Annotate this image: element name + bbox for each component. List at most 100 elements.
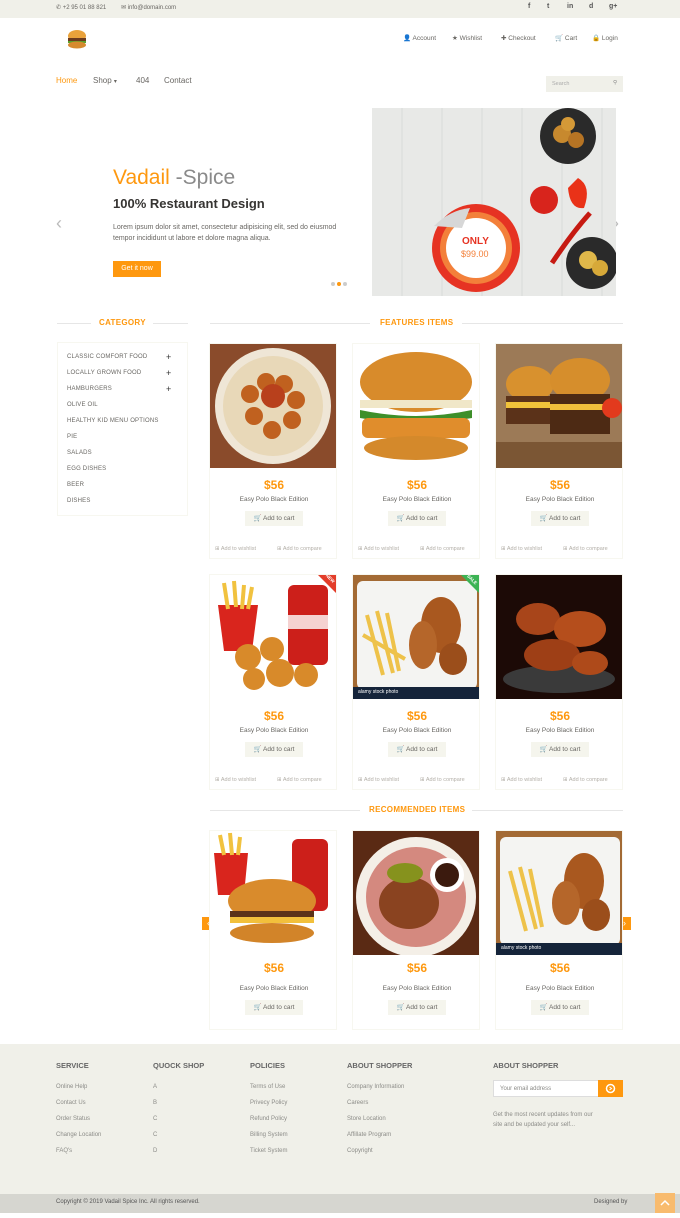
expand-plus-icon[interactable]: + xyxy=(166,385,171,394)
category-item[interactable]: CLASSIC COMFORT FOOD xyxy=(67,354,147,360)
add-to-cart-button[interactable]: 🛒 Add to cart xyxy=(531,511,589,526)
nav-contact[interactable]: Contact xyxy=(164,76,192,85)
nav-404[interactable]: 404 xyxy=(136,76,149,85)
newsletter-text: Get the most recent updates from our sit… xyxy=(493,1112,593,1128)
category-item[interactable]: HEALTHY KID MENU OPTIONS xyxy=(67,418,159,424)
footer-link[interactable]: D xyxy=(153,1148,157,1154)
product-image[interactable] xyxy=(353,831,479,955)
account-link[interactable]: 👤 Account xyxy=(403,34,436,42)
add-to-compare-link[interactable]: ⊞ Add to compare xyxy=(277,546,322,552)
product-image[interactable]: alamy stock photo xyxy=(496,831,622,955)
footer-link[interactable]: Terms of Use xyxy=(250,1084,285,1090)
product-image[interactable] xyxy=(496,575,622,699)
product-image[interactable] xyxy=(210,344,336,468)
category-item[interactable]: OLIVE OIL xyxy=(67,402,98,408)
product-price: $56 xyxy=(549,961,571,975)
footer-link[interactable]: Store Location xyxy=(347,1116,386,1122)
product-name: Easy Polo Black Edition xyxy=(239,727,309,734)
get-it-now-button[interactable]: Get it now xyxy=(113,261,161,277)
product-image[interactable]: alamy stock photo SALE xyxy=(353,575,479,699)
category-item[interactable]: LOCALLY GROWN FOOD xyxy=(67,370,141,376)
stock-caption: alamy stock photo xyxy=(501,945,542,951)
offer-badge-top: ONLY xyxy=(462,236,489,247)
add-to-wishlist-link[interactable]: ⊞ Add to wishlist xyxy=(501,777,542,783)
slider-dots[interactable] xyxy=(331,273,347,291)
cart-link[interactable]: 🛒 Cart xyxy=(555,34,577,42)
add-to-wishlist-link[interactable]: ⊞ Add to wishlist xyxy=(501,546,542,552)
subscribe-button[interactable] xyxy=(598,1080,623,1097)
footer-link[interactable]: B xyxy=(153,1100,157,1106)
nav-shop[interactable]: Shop ▾ xyxy=(93,76,117,85)
category-item[interactable]: BEER xyxy=(67,482,84,488)
footer-link[interactable]: C xyxy=(153,1132,157,1138)
category-item[interactable]: HAMBURGERS xyxy=(67,386,112,392)
add-to-cart-button[interactable]: 🛒 Add to cart xyxy=(531,742,589,757)
footer-link[interactable]: Contact Us xyxy=(56,1100,86,1106)
login-link[interactable]: 🔒 Login xyxy=(592,34,618,42)
add-to-cart-button[interactable]: 🛒 Add to cart xyxy=(388,1000,446,1015)
slider-prev-arrow[interactable]: ‹ xyxy=(56,213,62,234)
add-to-cart-button[interactable]: 🛒 Add to cart xyxy=(531,1000,589,1015)
add-to-compare-link[interactable]: ⊞ Add to compare xyxy=(277,777,322,783)
add-to-cart-button[interactable]: 🛒 Add to cart xyxy=(245,1000,303,1015)
add-to-wishlist-link[interactable]: ⊞ Add to wishlist xyxy=(358,546,399,552)
product-price: $56 xyxy=(549,478,571,492)
search-input[interactable]: Search ⚲ xyxy=(546,76,623,92)
footer-link[interactable]: Copyright xyxy=(347,1148,373,1154)
footer-link[interactable]: Billing System xyxy=(250,1132,288,1138)
footer-link[interactable]: Change Location xyxy=(56,1132,101,1138)
hero-text: Lorem ipsum dolor sit amet, consectetur … xyxy=(113,224,337,242)
add-to-compare-link[interactable]: ⊞ Add to compare xyxy=(420,777,465,783)
google-plus-icon[interactable]: g+ xyxy=(609,3,617,10)
add-to-compare-link[interactable]: ⊞ Add to compare xyxy=(563,777,608,783)
footer-link[interactable]: C xyxy=(153,1116,157,1122)
bottom-bar: Copyright © 2019 Vadail Spice Inc. All r… xyxy=(0,1194,680,1213)
category-item[interactable]: PIE xyxy=(67,434,77,440)
add-to-wishlist-link[interactable]: ⊞ Add to wishlist xyxy=(215,546,256,552)
email-input[interactable]: Your email address xyxy=(493,1080,599,1097)
checkout-link[interactable]: ✚ Checkout xyxy=(501,34,536,42)
add-to-wishlist-link[interactable]: ⊞ Add to wishlist xyxy=(215,777,256,783)
product-image[interactable]: NEW xyxy=(210,575,336,699)
product-name: Easy Polo Black Edition xyxy=(525,496,595,503)
product-name: Easy Polo Black Edition xyxy=(239,496,309,503)
footer-link[interactable]: Refund Policy xyxy=(250,1116,287,1122)
wishlist-link[interactable]: ★ Wishlist xyxy=(452,34,482,42)
add-to-cart-button[interactable]: 🛒 Add to cart xyxy=(245,511,303,526)
footer-link[interactable]: Privecy Policy xyxy=(250,1100,287,1106)
category-item[interactable]: SALADS xyxy=(67,450,92,456)
expand-plus-icon[interactable]: + xyxy=(166,369,171,378)
twitter-icon[interactable]: t xyxy=(547,3,549,10)
footer-link[interactable]: A xyxy=(153,1084,157,1090)
product-image[interactable] xyxy=(353,344,479,468)
product-image[interactable] xyxy=(496,344,622,468)
footer-link[interactable]: Careers xyxy=(347,1100,368,1106)
footer-link[interactable]: Affillate Program xyxy=(347,1132,391,1138)
product-name: Easy Polo Black Edition xyxy=(525,985,595,992)
add-to-compare-link[interactable]: ⊞ Add to compare xyxy=(420,546,465,552)
footer-link[interactable]: Company Information xyxy=(347,1084,404,1090)
footer-link[interactable]: FAQ's xyxy=(56,1148,72,1154)
category-item[interactable]: DISHES xyxy=(67,498,91,504)
footer-heading: ABOUT SHOPPER xyxy=(493,1061,559,1070)
dribbble-icon[interactable]: d xyxy=(589,3,593,10)
footer-link[interactable]: Ticket System xyxy=(250,1148,287,1154)
footer-link[interactable]: Order Status xyxy=(56,1116,90,1122)
product-image[interactable] xyxy=(210,831,336,955)
category-item[interactable]: EGG DISHES xyxy=(67,466,106,472)
facebook-icon[interactable]: f xyxy=(528,3,530,10)
search-icon[interactable]: ⚲ xyxy=(613,80,617,86)
linkedin-icon[interactable]: in xyxy=(567,3,573,10)
footer-link[interactable]: Online Help xyxy=(56,1084,87,1090)
add-to-compare-link[interactable]: ⊞ Add to compare xyxy=(563,546,608,552)
offer-badge-price: $99.00 xyxy=(461,249,489,259)
burger-logo-icon[interactable] xyxy=(66,28,88,50)
add-to-wishlist-link[interactable]: ⊞ Add to wishlist xyxy=(358,777,399,783)
nav-home[interactable]: Home xyxy=(56,76,77,85)
chevron-down-icon: ▾ xyxy=(113,79,117,85)
add-to-cart-button[interactable]: 🛒 Add to cart xyxy=(388,742,446,757)
add-to-cart-button[interactable]: 🛒 Add to cart xyxy=(245,742,303,757)
add-to-cart-button[interactable]: 🛒 Add to cart xyxy=(388,511,446,526)
scroll-to-top-button[interactable] xyxy=(655,1193,675,1213)
expand-plus-icon[interactable]: + xyxy=(166,353,171,362)
